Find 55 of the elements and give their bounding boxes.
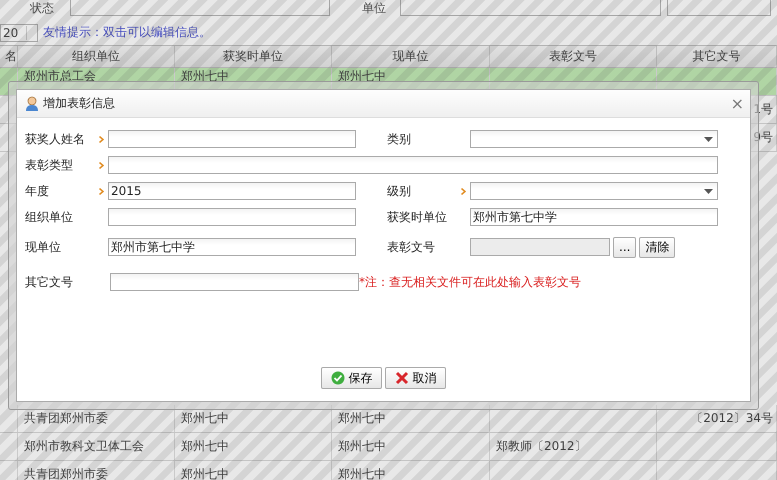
cancel-button[interactable]: 取消 [385,367,446,389]
note-text: *注：查无相关文件可在此处输入表彰文号 [359,274,581,290]
input-field[interactable]: 郑州市第七中学 [108,238,356,256]
status-dropdown[interactable] [70,0,330,16]
field-label: 获奖人姓名 [25,130,86,148]
field-label: 获奖时单位 [387,208,448,226]
unit-label: 单位 [362,0,387,17]
column-header[interactable]: 名 [0,46,18,67]
table-row[interactable]: 共青团郑州市委 郑州七中 郑州七中 〔2012〕34号 [0,405,777,433]
field-label: 表彰文号 [387,238,436,256]
table-cell: 郑州七中 [338,438,386,455]
save-button[interactable]: 保存 [321,367,382,389]
field-label: 表彰类型 [25,156,74,174]
filter-dropdown[interactable] [667,0,771,16]
check-icon [330,371,344,385]
input-field[interactable]: 2015 [108,182,356,200]
field-label: 现单位 [25,238,62,256]
table-row[interactable]: 郑州市教科文卫体工会 郑州七中 郑州七中 郑教师〔2012〕 [0,433,777,461]
field-label: 级别 [387,182,412,200]
field-label: 类别 [387,130,412,148]
input-field[interactable] [108,156,718,174]
unit-field[interactable] [400,0,661,16]
field-label: 年度 [25,182,50,200]
column-header[interactable]: 现单位 [332,46,490,67]
column-header[interactable]: 获奖时单位 [175,46,332,67]
status-label: 状态 [30,0,55,17]
column-header[interactable]: 其它文号 [657,46,777,67]
input-field[interactable] [110,273,359,291]
table-cell: 郑教师〔2012〕 [496,438,587,455]
caret-icon [704,137,713,142]
table-cell: 郑州市教科文卫体工会 [24,438,144,455]
hint-text: 友情提示：双击可以编辑信息。 [43,24,211,41]
input-field[interactable] [108,130,356,148]
dropdown-field[interactable] [470,130,718,148]
close-button[interactable]: × [730,96,744,112]
input-field[interactable] [108,208,356,226]
table-cell: 共青团郑州市委 [24,410,108,427]
table-cell: 郑州七中 [338,466,386,480]
input-field[interactable]: 郑州市第七中学 [470,208,718,226]
field-label: 组织单位 [25,208,74,226]
table-cell: 〔2012〕34号 [691,410,773,427]
cross-icon [394,371,408,385]
field-label: 其它文号 [25,274,74,290]
user-icon [25,96,39,111]
table-cell: 郑州七中 [181,410,229,427]
column-header[interactable]: 组织单位 [18,46,175,67]
page-size-spinner[interactable]: 20 [0,24,38,42]
dialog-title: 增加表彰信息 [43,95,116,112]
table-cell: 郑州七中 [181,466,229,480]
dropdown-field[interactable] [470,182,718,200]
caret-icon [704,189,713,194]
table-cell: 郑州七中 [338,410,386,427]
table-cell: 郑州七中 [181,438,229,455]
column-header[interactable]: 表彰文号 [490,46,657,67]
table-cell: 共青团郑州市委 [24,466,108,480]
